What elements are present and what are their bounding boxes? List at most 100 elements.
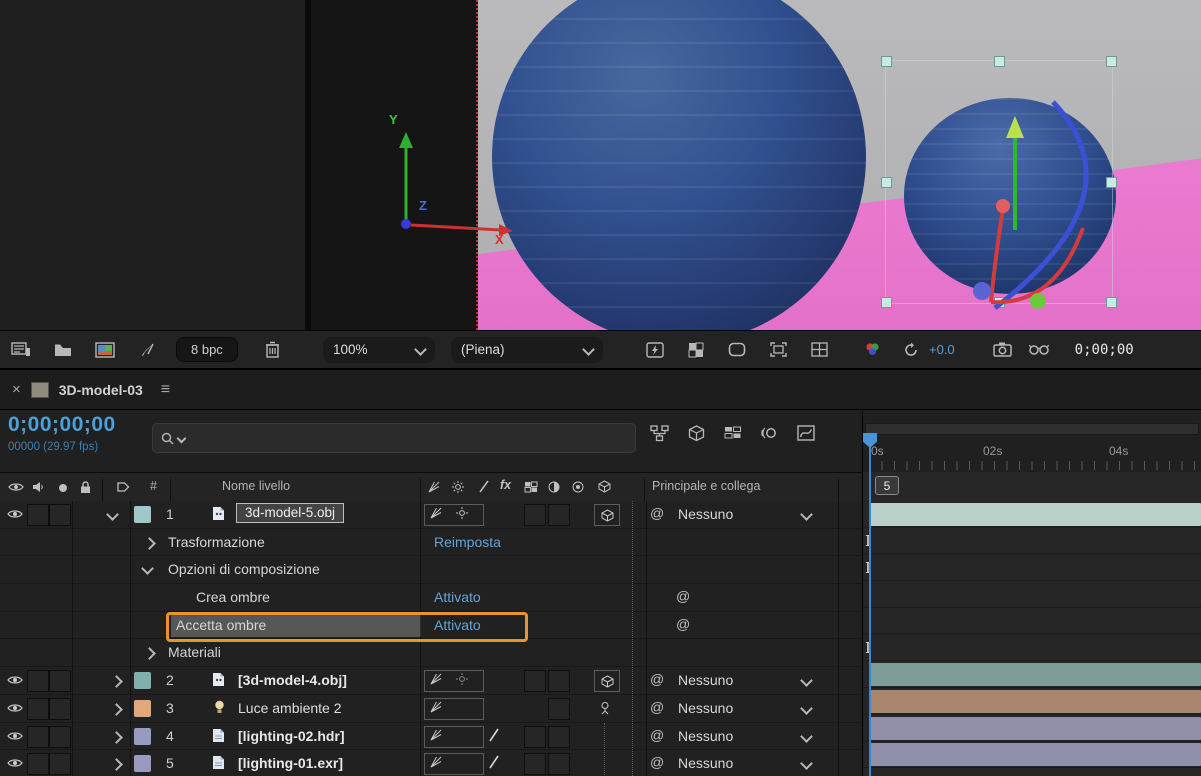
search-options-chevron-icon[interactable] xyxy=(177,433,187,443)
draft-3d-icon[interactable] xyxy=(688,425,705,442)
new-folder-icon[interactable] xyxy=(50,339,76,361)
motion-blur-icon[interactable] xyxy=(761,425,778,442)
motion-blur-column-icon[interactable] xyxy=(524,481,538,493)
eye-icon[interactable] xyxy=(7,703,23,713)
show-snapshot-icon[interactable] xyxy=(1025,338,1053,362)
pickwhip-icon[interactable]: @ xyxy=(650,754,664,770)
parent-chevron-icon[interactable] xyxy=(800,730,813,743)
layer-name[interactable]: Luce ambiente 2 xyxy=(238,700,342,716)
audio-cell[interactable] xyxy=(27,670,49,692)
close-tab-icon[interactable]: × xyxy=(12,381,21,398)
effects-switch-icon[interactable] xyxy=(456,673,468,685)
collapse-chevron-icon[interactable] xyxy=(106,508,119,521)
interpret-footage-icon[interactable] xyxy=(8,339,34,361)
label-swatch[interactable] xyxy=(134,755,151,772)
layer-bar-2[interactable] xyxy=(870,663,1201,686)
parent-column-header[interactable]: Principale e collega xyxy=(652,479,760,493)
layer-name[interactable]: [lighting-01.exr] xyxy=(238,755,343,771)
graph-editor-icon[interactable] xyxy=(797,425,815,442)
time-ruler[interactable]: 0s 02s 04s xyxy=(863,411,1201,473)
audio-cell[interactable] xyxy=(27,698,49,720)
new-composition-icon[interactable] xyxy=(92,339,118,361)
trash-icon[interactable] xyxy=(260,339,286,361)
label-swatch[interactable] xyxy=(134,506,151,523)
label-swatch[interactable] xyxy=(134,672,151,689)
selection-handle[interactable] xyxy=(994,56,1005,67)
fx-column-icon[interactable]: fx xyxy=(500,478,511,492)
expand-chevron-icon[interactable] xyxy=(143,648,156,661)
selection-handle[interactable] xyxy=(1106,56,1117,67)
layer-row-2[interactable]: 2 [3d-model-4.obj] @ Nessuno xyxy=(0,667,862,695)
3d-layer-switch[interactable] xyxy=(594,670,620,692)
bit-depth-button[interactable]: 8 bpc xyxy=(176,337,238,362)
exposure-value[interactable]: +0.0 xyxy=(929,342,955,357)
quality-switch-icon[interactable] xyxy=(430,673,442,685)
layer-bar-1[interactable] xyxy=(870,503,1201,526)
pickwhip-icon[interactable]: @ xyxy=(676,588,690,604)
parent-chevron-icon[interactable] xyxy=(800,757,813,770)
lock-cell[interactable] xyxy=(49,670,71,692)
switch-cell[interactable] xyxy=(524,504,546,526)
composition-viewport[interactable]: Y Z X xyxy=(311,0,1201,330)
lock-cell[interactable] xyxy=(49,753,71,775)
current-timecode[interactable]: 0;00;00;00 xyxy=(8,413,116,437)
parent-chevron-icon[interactable] xyxy=(800,674,813,687)
property-group-name[interactable]: Opzioni di composizione xyxy=(168,561,320,577)
layer-bar-5[interactable] xyxy=(870,743,1201,766)
layer-row-3[interactable]: 3 Luce ambiente 2 @ Nessuno xyxy=(0,695,862,723)
audio-level-column-icon[interactable] xyxy=(572,481,584,493)
audio-cell[interactable] xyxy=(27,726,49,748)
parent-dropdown[interactable]: Nessuno xyxy=(678,506,733,522)
layer-name[interactable]: [lighting-02.hdr] xyxy=(238,728,345,744)
expand-chevron-icon[interactable] xyxy=(110,703,123,716)
audio-cell[interactable] xyxy=(27,504,49,526)
frame-blend-column-icon[interactable] xyxy=(478,480,490,493)
number-column-header[interactable]: # xyxy=(150,479,157,493)
layer-bar-4[interactable] xyxy=(870,717,1201,740)
expand-chevron-icon[interactable] xyxy=(143,537,156,550)
layer-row-5[interactable]: 5 [lighting-01.exr] @ Nessuno xyxy=(0,750,862,776)
mask-visibility-icon[interactable] xyxy=(723,338,751,362)
timeline-search[interactable] xyxy=(152,423,636,453)
switch-cell[interactable] xyxy=(548,504,570,526)
parent-chevron-icon[interactable] xyxy=(800,702,813,715)
channels-icon[interactable] xyxy=(859,338,887,362)
label-column-icon[interactable] xyxy=(116,481,130,493)
parent-dropdown[interactable]: Nessuno xyxy=(678,672,733,688)
composition-marker[interactable]: 5 xyxy=(875,476,899,495)
large-sphere-3d-model[interactable] xyxy=(492,0,866,330)
video-column-eye-icon[interactable] xyxy=(8,482,24,492)
property-group-name[interactable]: Trasformazione xyxy=(168,534,265,550)
effects-sun-icon[interactable] xyxy=(452,481,464,493)
collapse-chevron-icon[interactable] xyxy=(141,563,154,576)
adjustment-layer-column-icon[interactable] xyxy=(548,481,560,493)
pickwhip-icon[interactable]: @ xyxy=(650,727,664,743)
grid-guides-icon[interactable] xyxy=(805,338,833,362)
playhead-line[interactable] xyxy=(869,447,871,776)
lock-column-icon[interactable] xyxy=(80,481,91,494)
eye-icon[interactable] xyxy=(7,758,23,768)
quality-switch-icon[interactable] xyxy=(430,507,442,519)
pickwhip-icon[interactable]: @ xyxy=(676,616,690,632)
selection-handle[interactable] xyxy=(881,56,892,67)
comp-tab-title[interactable]: 3D-model-03 xyxy=(59,382,143,398)
composition-canvas[interactable] xyxy=(478,0,1201,330)
3d-layer-switch[interactable] xyxy=(594,504,620,526)
reset-link[interactable]: Reimposta xyxy=(434,534,501,550)
eye-icon[interactable] xyxy=(7,675,23,685)
eye-icon[interactable] xyxy=(7,731,23,741)
work-area-bar[interactable] xyxy=(865,423,1199,435)
effects-switch-icon[interactable] xyxy=(456,507,468,519)
pickwhip-icon[interactable]: @ xyxy=(650,671,664,687)
audio-cell[interactable] xyxy=(27,753,49,775)
expand-chevron-icon[interactable] xyxy=(110,758,123,771)
property-group-name[interactable]: Materiali xyxy=(168,644,221,660)
frame-blending-icon[interactable] xyxy=(724,425,742,442)
pickwhip-icon[interactable]: @ xyxy=(650,505,664,521)
property-row-accetta-ombre[interactable]: Accetta ombre Attivato @ xyxy=(0,612,862,640)
lock-cell[interactable] xyxy=(49,698,71,720)
switch-cell[interactable] xyxy=(524,753,546,775)
layer-name[interactable]: 3d-model-5.obj xyxy=(236,503,344,523)
switch-cell[interactable] xyxy=(548,670,570,692)
light-switch-icon[interactable] xyxy=(598,701,612,715)
